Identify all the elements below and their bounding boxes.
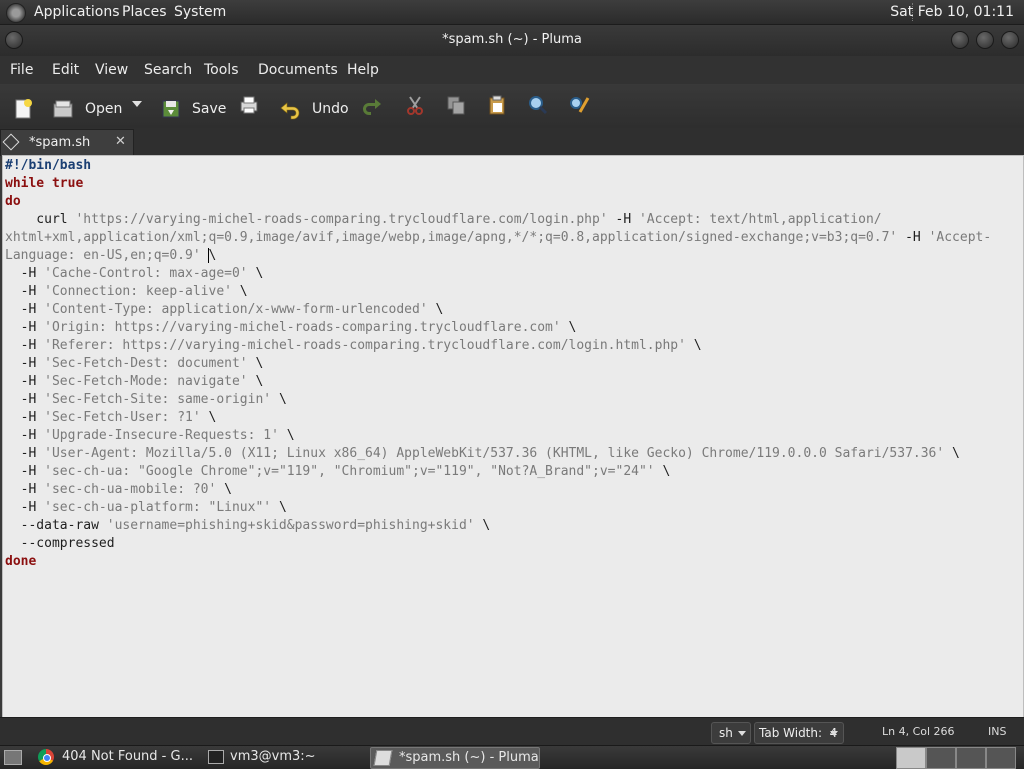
maximize-button[interactable]	[976, 31, 994, 49]
chevron-down-icon	[830, 731, 838, 736]
taskbar: 404 Not Found - G... vm3@vm3:~ *spam.sh …	[0, 745, 1024, 769]
code-line-4: curl 'https://varying-michel-roads-compa…	[5, 212, 882, 227]
new-document-icon	[15, 99, 32, 119]
chevron-down-icon	[738, 731, 746, 736]
paste-icon[interactable]	[486, 94, 508, 116]
language-selector[interactable]: sh	[711, 722, 751, 744]
code-line-4-wrap-1: xhtml+xml,application/xml;q=0.9,image/av…	[5, 230, 992, 245]
code-line-5: -H 'Cache-Control: max-age=0' \	[5, 266, 264, 281]
code-line-15: -H 'User-Agent: Mozilla/5.0 (X11; Linux …	[5, 446, 960, 461]
copy-icon[interactable]	[445, 94, 467, 116]
workspace-switcher[interactable]	[896, 747, 926, 769]
undo-icon	[280, 102, 300, 120]
code-line-10: -H 'Sec-Fetch-Dest: document' \	[5, 356, 264, 371]
text-editor[interactable]: #!/bin/bash while true do curl 'https://…	[2, 155, 1024, 719]
tab-width-selector[interactable]: Tab Width: 4	[754, 722, 844, 744]
tab-label: *spam.sh	[29, 135, 91, 150]
menubar: File Edit View Search Tools Documents He…	[0, 56, 1024, 84]
menu-system[interactable]: System	[174, 4, 226, 20]
cut-icon[interactable]	[404, 94, 426, 116]
redo-icon[interactable]	[362, 94, 384, 116]
tab-spam-sh[interactable]: *spam.sh ✕	[0, 129, 134, 156]
code-line-19: --data-raw 'username=phishing+skid&passw…	[5, 518, 491, 533]
code-line-4-wrap-2: Language: en-US,en;q=0.9' \	[5, 248, 217, 263]
save-label: Save	[192, 101, 227, 117]
replace-icon[interactable]	[568, 94, 590, 116]
document-icon	[2, 133, 20, 151]
close-window-button[interactable]	[1001, 31, 1019, 49]
menu-search[interactable]: Search	[144, 62, 192, 78]
menu-tools[interactable]: Tools	[204, 62, 239, 78]
code-line-13: -H 'Sec-Fetch-User: ?1' \	[5, 410, 217, 425]
open-label: Open	[85, 101, 123, 117]
code-line-3: do	[5, 194, 21, 209]
menu-documents[interactable]: Documents	[258, 62, 338, 78]
cursor-position: Ln 4, Col 266	[882, 725, 955, 738]
code-line-17: -H 'sec-ch-ua-mobile: ?0' \	[5, 482, 232, 497]
toolbar: Open Save Undo	[0, 84, 1024, 128]
open-icon	[53, 100, 73, 118]
code-line-21: done	[5, 554, 37, 569]
workspace-2[interactable]	[926, 747, 956, 769]
save-button[interactable]: Save	[156, 88, 226, 124]
code-line-8: -H 'Origin: https://varying-michel-roads…	[5, 320, 577, 335]
code-line-20: --compressed	[5, 536, 115, 551]
insert-mode: INS	[988, 725, 1007, 738]
menu-applications[interactable]: Applications	[34, 4, 120, 20]
code-line-11: -H 'Sec-Fetch-Mode: navigate' \	[5, 374, 264, 389]
task-pluma[interactable]: *spam.sh (~) - Pluma	[370, 747, 540, 769]
show-desktop-icon[interactable]	[4, 750, 22, 765]
task-browser[interactable]: 404 Not Found - G...	[34, 747, 200, 767]
chevron-down-icon[interactable]	[132, 101, 142, 107]
new-button[interactable]	[8, 88, 42, 124]
code-line-18: -H 'sec-ch-ua-platform: "Linux"' \	[5, 500, 287, 515]
system-logo-icon[interactable]	[6, 3, 26, 23]
clock[interactable]: Sat Feb 10, 01:11	[890, 4, 1014, 20]
task-label: 404 Not Found - G...	[62, 749, 193, 764]
tab-strip: *spam.sh ✕	[0, 128, 1024, 156]
tab-width-label: Tab Width: 4	[759, 726, 838, 740]
code-line-7: -H 'Content-Type: application/x-www-form…	[5, 302, 444, 317]
text-cursor	[208, 248, 210, 263]
code-line-2: while true	[5, 176, 84, 191]
code-line-6: -H 'Connection: keep-alive' \	[5, 284, 248, 299]
code-line-12: -H 'Sec-Fetch-Site: same-origin' \	[5, 392, 287, 407]
open-button[interactable]: Open	[48, 88, 122, 124]
menu-help[interactable]: Help	[347, 62, 379, 78]
pluma-icon	[373, 750, 393, 766]
terminal-icon	[208, 750, 224, 764]
language-label: sh	[719, 726, 733, 740]
menu-places[interactable]: Places	[122, 4, 167, 20]
undo-button[interactable]: Undo	[276, 88, 350, 124]
statusbar: sh Tab Width: 4 Ln 4, Col 266 INS	[0, 717, 1024, 746]
task-label: *spam.sh (~) - Pluma	[399, 750, 539, 765]
close-icon[interactable]: ✕	[115, 134, 126, 149]
find-icon[interactable]	[527, 94, 549, 116]
menu-view[interactable]: View	[95, 62, 128, 78]
code-line-9: -H 'Referer: https://varying-michel-road…	[5, 338, 702, 353]
workspace-4[interactable]	[986, 747, 1016, 769]
code-line-14: -H 'Upgrade-Insecure-Requests: 1' \	[5, 428, 295, 443]
save-icon	[162, 100, 180, 118]
menu-file[interactable]: File	[10, 62, 33, 78]
minimize-button[interactable]	[951, 31, 969, 49]
undo-label: Undo	[312, 101, 349, 117]
task-label: vm3@vm3:~	[230, 749, 316, 764]
code-line-16: -H 'sec-ch-ua: "Google Chrome";v="119", …	[5, 464, 671, 479]
window-title: *spam.sh (~) - Pluma	[442, 32, 582, 47]
top-panel: Applications Places System Sat Feb 10, 0…	[0, 0, 1024, 25]
window-titlebar[interactable]: *spam.sh (~) - Pluma	[0, 25, 1024, 56]
task-terminal[interactable]: vm3@vm3:~	[204, 747, 366, 767]
workspace-3[interactable]	[956, 747, 986, 769]
print-icon[interactable]	[238, 94, 260, 116]
menu-edit[interactable]: Edit	[52, 62, 79, 78]
code-line-1: #!/bin/bash	[5, 158, 92, 173]
